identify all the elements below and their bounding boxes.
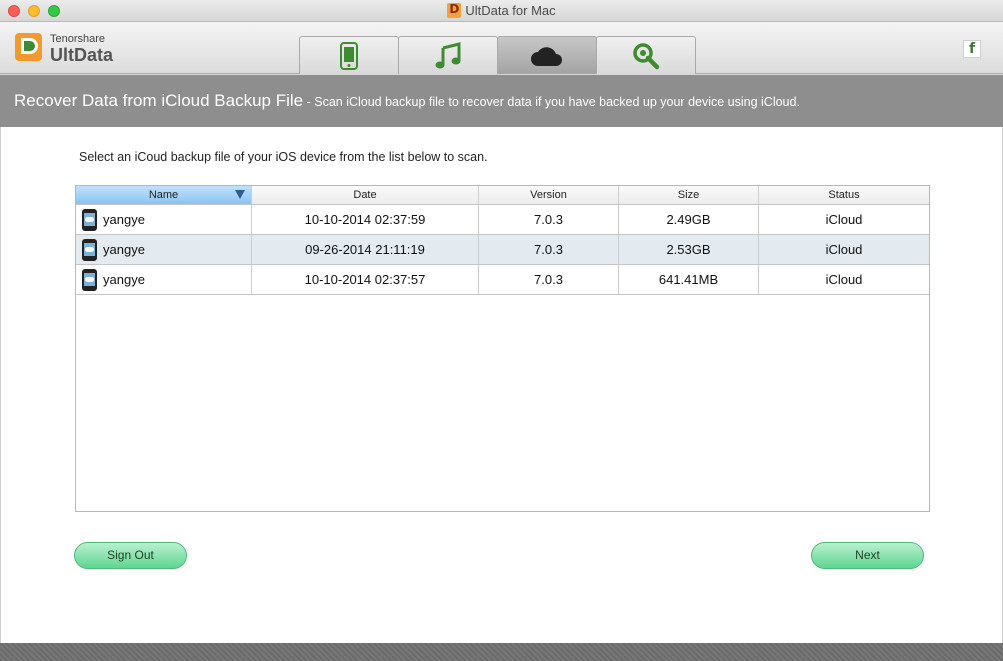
column-header-name[interactable]: Name [76, 186, 252, 204]
cell-size: 2.53GB [619, 235, 759, 264]
cell-version: 7.0.3 [479, 235, 619, 264]
page-header: Recover Data from iCloud Backup File - S… [0, 75, 1003, 127]
window-title-text: UltData for Mac [465, 3, 556, 18]
cell-date: 09-26-2014 21:11:19 [252, 235, 479, 264]
table-row[interactable]: yangye 10-10-2014 02:37:59 7.0.3 2.49GB … [76, 205, 929, 235]
column-header-label: Version [530, 189, 567, 201]
repair-icon [633, 42, 660, 69]
cloud-icon [531, 46, 562, 66]
table-header: Name Date Version Size Status [76, 186, 929, 205]
next-button[interactable]: Next [811, 542, 924, 569]
tab-repair-os[interactable] [596, 36, 696, 74]
cell-size: 641.41MB [619, 265, 759, 294]
ultdata-logo-icon [15, 33, 42, 61]
icloud-device-icon [82, 268, 97, 291]
cell-status: iCloud [825, 242, 863, 257]
cell-date: 10-10-2014 02:37:59 [252, 205, 479, 234]
cell-size: 2.49GB [619, 205, 759, 234]
cell-name-text: yangye [103, 272, 145, 287]
table-row[interactable]: yangye 09-26-2014 21:11:19 7.0.3 2.53GB … [76, 235, 929, 265]
column-header-size[interactable]: Size [619, 186, 759, 204]
mode-tabs [299, 36, 696, 74]
cell-status: iCloud [825, 212, 863, 227]
phone-icon [340, 41, 358, 70]
cell-status: iCloud [825, 272, 863, 287]
tab-icloud-backup[interactable] [497, 36, 597, 74]
column-header-label: Name [148, 189, 179, 201]
page-title: Recover Data from iCloud Backup File [14, 91, 304, 110]
icloud-device-icon [82, 208, 97, 231]
tab-itunes-backup[interactable] [398, 36, 498, 74]
column-header-date[interactable]: Date [252, 186, 479, 204]
icloud-device-icon [82, 238, 97, 261]
window-title: UltData for Mac [0, 2, 1003, 18]
facebook-icon[interactable]: f [963, 40, 981, 58]
table-row[interactable]: yangye 10-10-2014 02:37:57 7.0.3 641.41M… [76, 265, 929, 295]
toolbar: Tenorshare UltData f [0, 22, 1003, 74]
cell-name: yangye [76, 205, 252, 234]
sort-descending-icon [235, 190, 245, 199]
app-icon [447, 2, 462, 18]
column-header-label: Date [353, 189, 377, 201]
column-header-status[interactable]: Status [759, 186, 929, 204]
tab-ios-device[interactable] [299, 36, 399, 74]
bottom-status-bar [0, 643, 1003, 661]
main-content: Select an iCoud backup file of your iOS … [0, 127, 1003, 643]
page-subtitle: - Scan iCloud backup file to recover dat… [303, 95, 800, 109]
instruction-text: Select an iCoud backup file of your iOS … [79, 150, 488, 164]
cell-date: 10-10-2014 02:37:57 [252, 265, 479, 294]
cell-version: 7.0.3 [479, 205, 619, 234]
cell-version: 7.0.3 [479, 265, 619, 294]
brand-company: Tenorshare [50, 33, 106, 45]
column-header-label: Status [828, 189, 860, 201]
cell-name: yangye [76, 235, 252, 264]
window-titlebar: UltData for Mac [0, 0, 1003, 22]
sign-out-button[interactable]: Sign Out [74, 542, 187, 569]
column-header-version[interactable]: Version [479, 186, 619, 204]
cell-name: yangye [76, 265, 252, 294]
column-header-label: Size [677, 189, 700, 201]
cell-name-text: yangye [103, 212, 145, 227]
brand-product: UltData [50, 45, 114, 65]
backup-table: Name Date Version Size Status yangye 10-… [75, 185, 930, 512]
music-note-icon [435, 41, 461, 68]
cell-name-text: yangye [103, 242, 145, 257]
